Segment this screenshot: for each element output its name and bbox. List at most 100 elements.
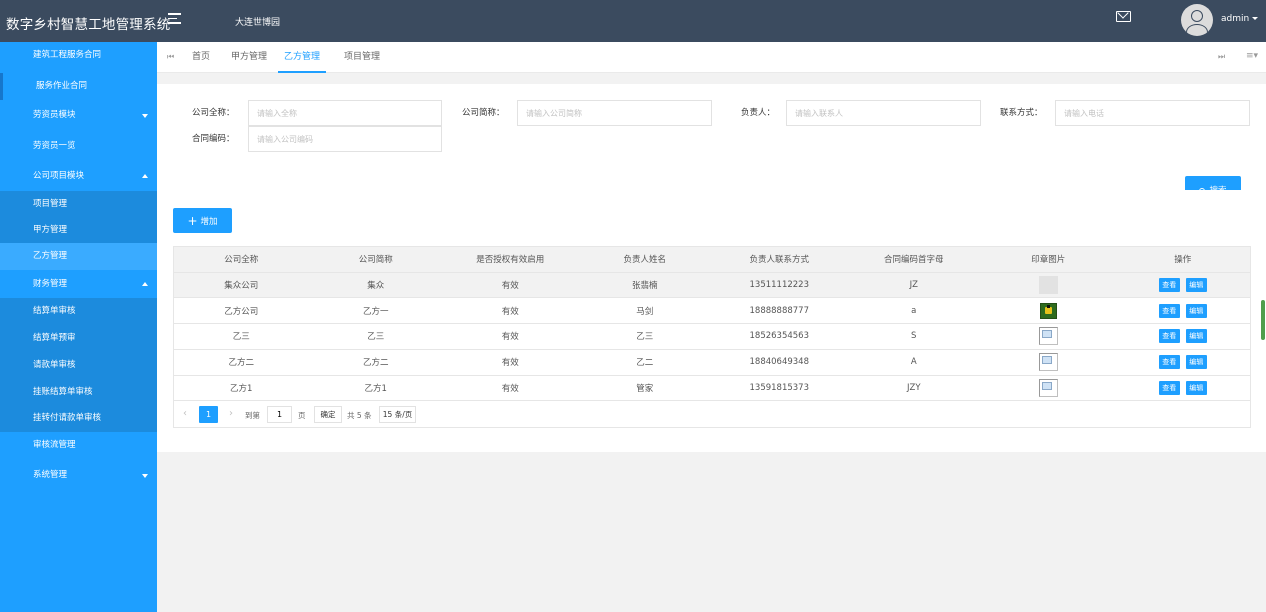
sidebar-item-company-project-module[interactable]: 公司项目模块	[0, 163, 157, 190]
sidebar-item-labor-module[interactable]: 劳资员模块	[0, 102, 157, 129]
table-row[interactable]: 乙方1 乙方1 有效 管家 13591815373 JZY 查看 编辑	[174, 375, 1250, 402]
page-size-select[interactable]: 15 条/页	[379, 406, 416, 423]
column-header: 合同编码首字母	[846, 247, 981, 273]
chevron-right-icon[interactable]: ›	[229, 408, 233, 419]
view-button[interactable]: 查看	[1158, 277, 1180, 292]
cell-seal	[981, 297, 1116, 325]
scrollbar[interactable]	[1261, 300, 1265, 340]
tab-scroll-left-icon[interactable]: ⏮	[167, 52, 174, 62]
tab-menu-icon[interactable]: ≡▾	[1246, 51, 1258, 61]
cell-status: 有效	[443, 323, 578, 350]
cell-manager: 乙二	[577, 349, 712, 376]
cell-manager: 管家	[577, 375, 712, 402]
tab-party-b[interactable]: 乙方管理	[278, 42, 327, 73]
cell-status: 有效	[443, 349, 578, 376]
contract-code-input[interactable]	[248, 126, 442, 152]
sidebar-item-payment-request-review[interactable]: 请款单审核	[0, 352, 157, 379]
user-name: admin	[1221, 14, 1250, 24]
edit-button[interactable]: 编辑	[1185, 355, 1207, 370]
sidebar-item-settlement-review[interactable]: 结算单审核	[0, 298, 157, 325]
edit-button[interactable]: 编辑	[1185, 381, 1207, 396]
cell-status: 有效	[443, 297, 578, 325]
chevron-down-icon	[142, 474, 148, 478]
table-row[interactable]: 集众公司 集众 有效 张翡楠 13511112223 JZ 查看 编辑	[174, 272, 1250, 299]
tab-party-a[interactable]: 甲方管理	[231, 42, 267, 73]
edit-button[interactable]: 编辑	[1185, 277, 1207, 292]
page-unit-label: 页	[298, 411, 306, 420]
view-button[interactable]: 查看	[1158, 355, 1180, 370]
cell-code: a	[846, 297, 981, 325]
menu-toggle-icon[interactable]	[168, 13, 181, 25]
sidebar-item-party-a[interactable]: 甲方管理	[0, 217, 157, 244]
sidebar-item-review-flow[interactable]: 审核流管理	[0, 432, 157, 459]
goto-label: 到第	[245, 411, 260, 420]
chevron-left-icon[interactable]: ‹	[183, 408, 187, 419]
sidebar-item-transfer-payment-review[interactable]: 挂转付请款单审核	[0, 405, 157, 432]
sidebar-item-service-contract[interactable]: 服务作业合同	[0, 73, 157, 100]
broken-image-icon[interactable]	[1038, 353, 1058, 372]
cell-short-name: 乙方1	[308, 375, 443, 402]
sidebar-item-party-b[interactable]: 乙方管理	[0, 243, 157, 270]
sidebar-item-credit-settlement-review[interactable]: 挂账结算单审核	[0, 379, 157, 406]
add-button[interactable]: + 增加	[173, 208, 232, 233]
sidebar-item-label: 财务管理	[33, 279, 68, 289]
sidebar-item-construction-contract[interactable]: 建筑工程服务合同	[0, 42, 157, 69]
plus-icon: +	[187, 213, 198, 228]
cell-code: JZY	[846, 375, 981, 402]
cell-status: 有效	[443, 375, 578, 402]
sidebar-item-finance[interactable]: 财务管理	[0, 271, 157, 298]
cell-full-name: 乙方公司	[174, 297, 309, 325]
mail-icon[interactable]	[1116, 11, 1131, 22]
tab-scroll-right-icon[interactable]: ⏭	[1218, 52, 1225, 62]
cell-actions: 查看 编辑	[1115, 272, 1250, 299]
avatar[interactable]	[1181, 4, 1213, 36]
contact-input[interactable]	[1055, 100, 1250, 126]
table-row[interactable]: 乙方二 乙方二 有效 乙二 18840649348 A 查看 编辑	[174, 349, 1250, 376]
full-name-input[interactable]	[248, 100, 442, 126]
cell-seal	[981, 272, 1116, 299]
cell-phone: 18840649348	[712, 349, 847, 376]
total-count: 共 5 条	[347, 411, 372, 420]
broken-image-icon[interactable]	[1038, 327, 1058, 346]
cell-code: S	[846, 323, 981, 350]
short-name-input[interactable]	[517, 100, 712, 126]
view-button[interactable]: 查看	[1158, 381, 1180, 396]
table-row[interactable]: 乙方公司 乙方一 有效 马剑 18888888777 a 查看 编辑	[174, 297, 1250, 325]
sidebar-item-settlement-prereview[interactable]: 结算单预审	[0, 325, 157, 352]
manager-input[interactable]	[786, 100, 981, 126]
page-current[interactable]: 1	[199, 406, 218, 423]
user-menu[interactable]: admin	[1221, 14, 1259, 24]
cell-full-name: 集众公司	[174, 272, 309, 299]
pagination: ‹ 1 › 到第 页 确定 共 5 条 15 条/页	[174, 401, 1250, 427]
cell-code: JZ	[846, 272, 981, 299]
sidebar-item-project-management[interactable]: 项目管理	[0, 191, 157, 218]
edit-button[interactable]: 编辑	[1185, 303, 1207, 318]
seal-placeholder	[1038, 275, 1058, 294]
cell-actions: 查看 编辑	[1115, 297, 1250, 325]
location-label: 大连世博园	[235, 18, 281, 28]
sidebar-item-label: 公司项目模块	[33, 171, 85, 181]
sidebar-item-labor-list[interactable]: 劳资员一览	[0, 133, 157, 160]
sidebar-item-system-management[interactable]: 系统管理	[0, 462, 157, 489]
table-row[interactable]: 乙三 乙三 有效 乙三 18526354563 S 查看 编辑	[174, 323, 1250, 350]
seal-image[interactable]	[1039, 302, 1057, 319]
view-button[interactable]: 查看	[1158, 329, 1180, 344]
chevron-up-icon	[142, 282, 148, 286]
manager-label: 负责人：	[741, 108, 776, 118]
goto-page-input[interactable]	[267, 406, 292, 423]
cell-actions: 查看 编辑	[1115, 349, 1250, 376]
column-header: 操作	[1115, 247, 1250, 273]
top-bar: 数字乡村智慧工地管理系统 大连世博园 admin	[0, 0, 1266, 42]
edit-button[interactable]: 编辑	[1185, 329, 1207, 344]
tab-project[interactable]: 项目管理	[344, 42, 380, 73]
tab-home[interactable]: 首页	[192, 42, 210, 73]
cell-phone: 13511112223	[712, 272, 847, 299]
full-name-label: 公司全称：	[192, 108, 235, 118]
goto-confirm-button[interactable]: 确定	[314, 406, 342, 423]
broken-image-icon[interactable]	[1038, 379, 1058, 398]
cell-short-name: 乙方一	[308, 297, 443, 325]
column-header: 公司全称	[174, 247, 309, 273]
app-title: 数字乡村智慧工地管理系统	[6, 17, 171, 33]
view-button[interactable]: 查看	[1158, 303, 1180, 318]
sidebar-item-label: 项目管理	[33, 199, 68, 209]
